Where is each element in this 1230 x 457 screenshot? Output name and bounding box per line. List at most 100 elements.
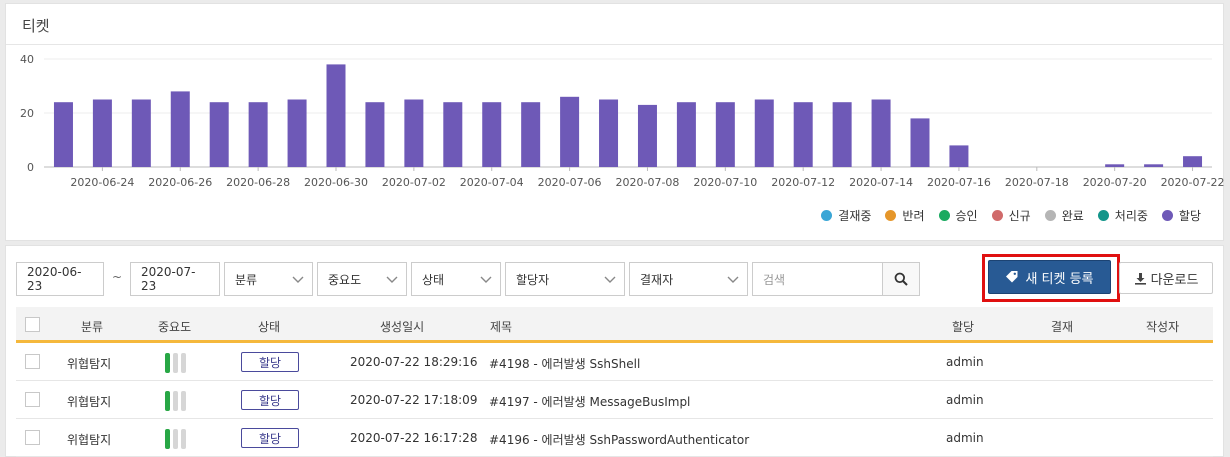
new-ticket-label: 새 티켓 등록 [1025,271,1094,287]
date-range-separator: ~ [112,270,123,284]
table-row[interactable]: 위협탐지 할당 2020-07-22 18:29:16 #4198 - 에러발생… [16,343,1213,381]
ticket-bar-chart: 0 20 40 2020-06-24 2020-06-26 2020-06-28 2020-… [20,53,1225,189]
importance-indicator [165,353,186,373]
bar [131,99,151,167]
legend-label: 반려 [902,209,925,223]
download-label: 다운로드 [1150,272,1199,288]
bar [326,64,346,167]
row-title-link[interactable]: #4198 - 에러발생 SshShell [489,355,640,372]
category-select[interactable]: 분류 [224,262,313,296]
table-row[interactable]: 위협탐지 할당 2020-07-22 17:18:09 #4197 - 에러발생… [16,381,1213,419]
header-status[interactable]: 상태 [258,318,280,335]
row-created: 2020-07-22 16:17:28 [350,431,478,445]
legend-item[interactable]: 처리중 [1097,207,1148,224]
legend-label: 처리중 [1114,209,1148,223]
search-input[interactable]: 검색 [752,262,882,296]
download-button[interactable]: 다운로드 [1119,262,1213,294]
legend-item[interactable]: 결재중 [821,207,871,224]
approver-select[interactable]: 결재자 [629,262,748,296]
bar [248,102,268,167]
row-title-link[interactable]: #4197 - 에러발생 MessageBusImpl [489,393,690,410]
legend-dot [821,210,833,221]
bar [404,99,424,167]
bar [365,102,385,167]
assignee-select-label: 할당자 [516,272,550,287]
x-tick-label: 2020-07-14 [849,176,913,189]
ticket-chart-panel: 티켓 0 20 40 2020-06-24 2020-06-26 2020-06-28 20… [5,3,1225,241]
bar [754,99,774,167]
chevron-down-icon [386,276,398,283]
row-checkbox[interactable] [25,354,40,369]
bar [1105,164,1125,167]
legend-label: 신규 [1008,209,1031,223]
bar [92,99,112,167]
bar [1183,156,1203,167]
bar [676,102,696,167]
chevron-down-icon [727,276,739,283]
row-title-link[interactable]: #4196 - 에러발생 SshPasswordAuthenticator [489,431,749,448]
select-all-checkbox[interactable] [25,317,40,332]
status-select[interactable]: 상태 [411,262,501,296]
header-importance[interactable]: 중요도 [158,318,191,335]
bar [521,102,541,167]
row-category: 위협탐지 [67,357,112,371]
date-to-input[interactable]: 2020-07-23 [130,262,220,296]
x-tick-label: 2020-07-12 [771,176,835,189]
chevron-down-icon [292,276,304,283]
bar [832,102,852,167]
header-title[interactable]: 제목 [490,318,512,335]
importance-indicator [165,391,186,411]
search-placeholder: 검색 [763,272,786,287]
row-checkbox[interactable] [25,392,40,407]
bar [715,102,735,167]
y-tick-label: 20 [20,107,34,120]
legend-dot [938,210,950,221]
x-tick-label: 2020-07-20 [1083,176,1147,189]
x-tick-label: 2020-07-18 [1005,176,1069,189]
legend-item[interactable]: 반려 [885,207,925,224]
x-tick-label: 2020-06-24 [70,176,134,189]
legend-dot [1097,210,1109,221]
importance-indicator [165,429,186,449]
row-assignee: admin [946,431,984,445]
legend-dot [885,210,897,221]
legend-dot [991,210,1003,221]
legend-dot [1044,210,1056,221]
header-created[interactable]: 생성일시 [380,318,424,335]
new-ticket-button[interactable]: 새 티켓 등록 [988,260,1111,294]
header-author[interactable]: 작성자 [1146,318,1179,335]
importance-select-label: 중요도 [328,272,362,287]
x-tick-label: 2020-07-16 [927,176,991,189]
importance-select[interactable]: 중요도 [317,262,407,296]
legend-label: 승인 [955,209,978,223]
date-to-value: 2020-07-23 [141,265,196,293]
header-assignee[interactable]: 할당 [952,318,974,335]
x-tick-label: 2020-07-04 [460,176,524,189]
x-tick-label: 2020-06-30 [304,176,368,189]
bar [910,118,930,167]
assignee-select[interactable]: 할당자 [505,262,625,296]
ticket-list-panel: 2020-06-23 ~ 2020-07-23 분류 중요도 상태 할당자 결재… [5,245,1224,457]
legend-item[interactable]: 신규 [991,207,1031,224]
row-assignee: admin [946,355,984,369]
x-tick-label: 2020-06-26 [148,176,212,189]
bar [443,102,463,167]
header-category[interactable]: 분류 [81,318,103,335]
header-approval[interactable]: 결재 [1051,318,1073,335]
status-badge: 할당 [241,352,299,372]
legend-label: 완료 [1061,209,1084,223]
bar [482,102,502,167]
search-button[interactable] [882,262,920,296]
legend-item[interactable]: 완료 [1044,207,1084,224]
row-created: 2020-07-22 18:29:16 [350,355,478,369]
legend-item[interactable]: 할당 [1161,207,1201,224]
table-header: 분류 중요도 상태 생성일시 제목 할당 결재 작성자 [16,307,1213,343]
approver-select-label: 결재자 [640,272,674,287]
row-created: 2020-07-22 17:18:09 [350,393,478,407]
table-row[interactable]: 위협탐지 할당 2020-07-22 16:17:28 #4196 - 에러발생… [16,419,1213,457]
chart-legend[interactable]: 결재중 반려 승인 신규 완료 처리중 할당 [821,207,1201,224]
bar [1144,164,1164,167]
legend-item[interactable]: 승인 [938,207,978,224]
date-from-input[interactable]: 2020-06-23 [16,262,104,296]
row-checkbox[interactable] [25,430,40,445]
